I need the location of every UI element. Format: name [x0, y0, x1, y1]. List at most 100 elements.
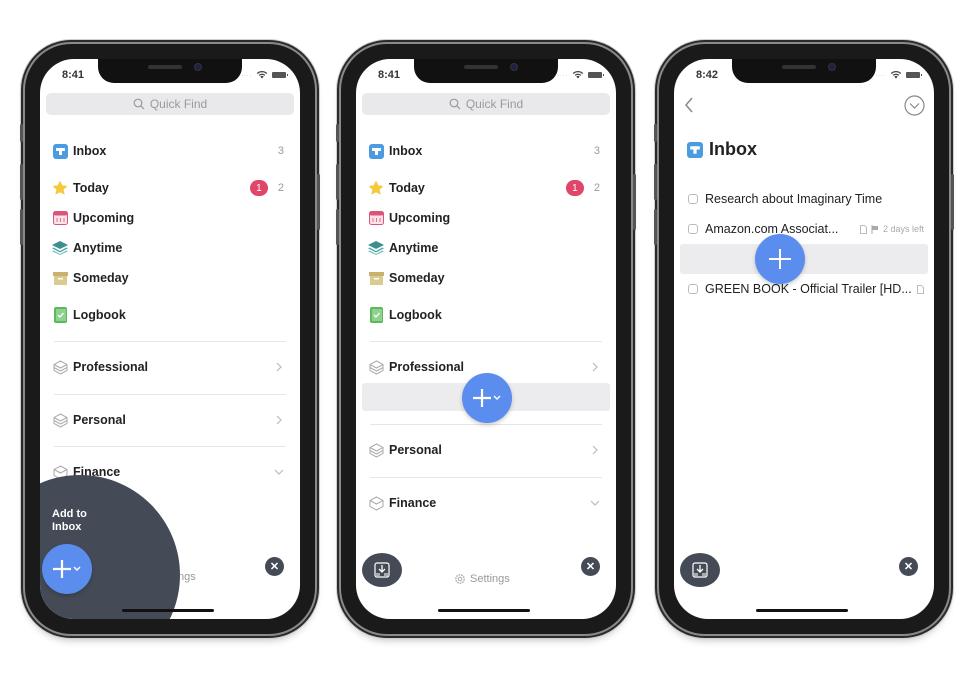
logbook-icon	[52, 307, 68, 323]
drop-to-inbox-button[interactable]	[362, 553, 402, 587]
sidebar-item-today[interactable]: Today 1 2	[368, 176, 600, 200]
overlay-label-line1: Add to	[52, 508, 87, 520]
close-icon: ✕	[269, 561, 280, 573]
magic-plus-button[interactable]	[755, 234, 805, 284]
item-label: Today	[73, 181, 109, 195]
plus-chevron-icon	[53, 560, 81, 578]
close-button[interactable]: ✕	[265, 557, 284, 576]
page-header: Inbox	[687, 139, 757, 160]
task-meta: 2 days left	[860, 224, 924, 234]
chevron-right-icon	[592, 362, 598, 372]
home-indicator	[756, 609, 848, 612]
quick-find-search[interactable]: Quick Find	[362, 93, 610, 115]
search-placeholder: Quick Find	[149, 97, 208, 111]
phone-3: 8:42 .... Inbox Research about Imaginary…	[654, 44, 954, 634]
item-label: Anytime	[389, 241, 439, 255]
task-title: Research about Imaginary Time	[705, 192, 883, 206]
home-indicator	[438, 609, 530, 612]
battery-icon	[588, 71, 604, 78]
close-button[interactable]: ✕	[899, 557, 918, 576]
sidebar-item-upcoming[interactable]: Upcoming	[52, 206, 284, 230]
layers-icon	[368, 240, 384, 256]
deadline-label: 2 days left	[882, 224, 924, 234]
divider	[370, 341, 602, 342]
more-options-icon[interactable]	[904, 95, 925, 116]
divider	[370, 477, 602, 478]
area-personal[interactable]: Personal	[368, 438, 600, 462]
signal-icon: ....	[875, 71, 886, 78]
drop-to-inbox-button[interactable]	[680, 553, 720, 587]
screen: 8:41 .... Quick Find Inbox 3 Today 1 2 U…	[356, 59, 616, 619]
search-icon	[449, 98, 461, 110]
task-checkbox[interactable]	[688, 224, 698, 234]
deadline-flag-icon	[871, 224, 878, 234]
close-button[interactable]: ✕	[581, 557, 600, 576]
sidebar-item-anytime[interactable]: Anytime	[368, 236, 600, 260]
sidebar-item-logbook[interactable]: Logbook	[368, 303, 600, 327]
archive-box-icon	[368, 270, 384, 286]
sidebar-item-anytime[interactable]: Anytime	[52, 236, 284, 260]
chevron-right-icon	[276, 362, 282, 372]
sidebar-item-today[interactable]: Today 1 2	[52, 176, 284, 200]
task-row[interactable]: Amazon.com Associat... 2 days left	[688, 219, 924, 239]
phone-2: 8:41 .... Quick Find Inbox 3 Today 1 2 U…	[336, 44, 636, 634]
area-icon	[52, 412, 68, 428]
divider	[54, 446, 286, 447]
inbox-download-icon	[374, 562, 390, 578]
area-icon	[368, 359, 384, 375]
divider	[370, 424, 602, 425]
sidebar-item-someday[interactable]: Someday	[52, 266, 284, 290]
task-checkbox[interactable]	[688, 284, 698, 294]
area-label: Personal	[389, 443, 442, 457]
item-label: Someday	[389, 271, 445, 285]
back-chevron-icon[interactable]	[684, 97, 694, 113]
sidebar-item-logbook[interactable]: Logbook	[52, 303, 284, 327]
notch	[732, 59, 876, 83]
item-label: Upcoming	[73, 211, 135, 225]
task-meta	[917, 284, 924, 294]
task-row[interactable]: Research about Imaginary Time	[688, 189, 924, 209]
item-label: Today	[389, 181, 425, 195]
overdue-badge: 1	[565, 180, 584, 196]
area-icon	[368, 495, 384, 511]
area-professional[interactable]: Professional	[52, 355, 284, 379]
status-icons: ....	[875, 70, 922, 79]
task-title: GREEN BOOK - Official Trailer [HD...	[705, 282, 912, 296]
signal-icon: ....	[557, 71, 568, 78]
notch	[414, 59, 558, 83]
task-row[interactable]: GREEN BOOK - Official Trailer [HD...	[688, 279, 924, 299]
settings-label: Settings	[470, 573, 510, 585]
item-label: Upcoming	[389, 211, 451, 225]
divider	[54, 394, 286, 395]
status-icons: ....	[241, 70, 288, 79]
area-label: Personal	[73, 413, 126, 427]
inbox-download-icon	[692, 562, 708, 578]
star-icon	[52, 180, 68, 196]
magic-plus-button[interactable]	[42, 544, 92, 594]
plus-chevron-icon	[473, 389, 501, 407]
sidebar-item-inbox[interactable]: Inbox 3	[52, 139, 284, 163]
area-icon	[368, 442, 384, 458]
close-icon: ✕	[903, 561, 914, 573]
settings-button[interactable]: Settings	[454, 573, 510, 585]
item-count: 3	[277, 145, 284, 157]
magic-plus-button[interactable]	[462, 373, 512, 423]
inbox-icon	[368, 143, 384, 159]
layers-icon	[52, 240, 68, 256]
wifi-icon	[890, 71, 902, 79]
item-label: Someday	[73, 271, 129, 285]
chevron-down-icon	[274, 469, 284, 475]
quick-find-search[interactable]: Quick Find	[46, 93, 294, 115]
sidebar-item-someday[interactable]: Someday	[368, 266, 600, 290]
task-checkbox[interactable]	[688, 194, 698, 204]
sidebar-item-upcoming[interactable]: Upcoming	[368, 206, 600, 230]
item-label: Anytime	[73, 241, 123, 255]
search-icon	[133, 98, 145, 110]
logbook-icon	[368, 307, 384, 323]
sidebar-item-inbox[interactable]: Inbox 3	[368, 139, 600, 163]
area-personal[interactable]: Personal	[52, 408, 284, 432]
screen: 8:41 .... Quick Find Inbox 3 Today 1 2 U…	[40, 59, 300, 619]
calendar-icon	[368, 210, 384, 226]
item-label: Logbook	[73, 308, 126, 322]
area-finance[interactable]: Finance	[368, 491, 600, 515]
